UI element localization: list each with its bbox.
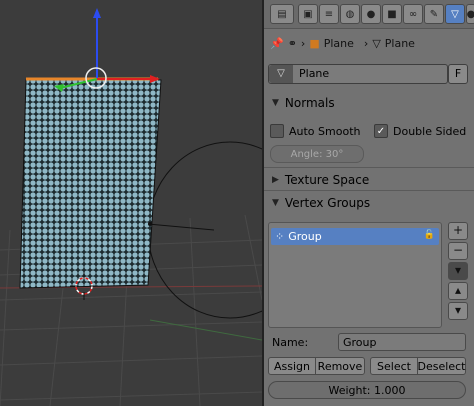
vertex-group-item[interactable]: ⁘ Group 🔓 <box>271 228 439 245</box>
viewport-canvas[interactable] <box>0 0 262 406</box>
auto-smooth-option[interactable]: Auto Smooth <box>270 122 360 140</box>
move-up-button[interactable]: ▴ <box>448 282 468 300</box>
pin-icon[interactable]: 📌 <box>270 37 284 50</box>
double-sided-checkbox[interactable]: ✓ <box>374 124 388 138</box>
auto-smooth-label: Auto Smooth <box>289 124 361 138</box>
scene-data-icon: ⚭ <box>287 36 297 50</box>
properties-tabs: ▤ ▣ ≡ ◍ ● ■ ∞ ✎ ▽ ● <box>264 0 474 29</box>
normals-panel-header[interactable]: ▼ Normals <box>264 92 474 114</box>
texture-space-panel-header[interactable]: ▶ Texture Space <box>264 169 474 191</box>
3d-viewport[interactable] <box>0 0 262 406</box>
plane-mesh[interactable] <box>19 79 162 289</box>
specials-menu-button[interactable]: ▾ <box>448 262 468 280</box>
vertex-group-icon: ⁘ <box>275 230 285 243</box>
group-name-input[interactable]: Group <box>338 333 466 351</box>
object-icon[interactable]: ■ <box>382 4 402 24</box>
deselect-button[interactable]: Deselect <box>417 357 466 375</box>
group-name-label: Name: <box>272 336 309 349</box>
mesh-datablock-field[interactable]: ▽ Plane <box>268 64 448 84</box>
material-icon[interactable]: ● <box>466 4 474 24</box>
assign-button[interactable]: Assign <box>268 357 316 375</box>
select-button[interactable]: Select <box>370 357 418 375</box>
breadcrumb-mesh: Plane <box>384 36 415 50</box>
world-icon[interactable]: ● <box>361 4 381 24</box>
mesh-icon: ▽ <box>372 36 381 50</box>
z-arrow-icon[interactable] <box>93 8 101 18</box>
lamp-circle <box>147 141 262 319</box>
vertex-groups-panel-header[interactable]: ▼ Vertex Groups <box>264 192 474 214</box>
triangle-right-icon: ▶ <box>272 175 279 185</box>
remove-group-button[interactable]: − <box>448 242 468 260</box>
render-layers-icon[interactable]: ≡ <box>319 4 339 24</box>
editor-type-icon[interactable]: ▤ <box>270 4 294 24</box>
add-group-button[interactable]: + <box>448 222 468 240</box>
render-icon[interactable]: ▣ <box>298 4 318 24</box>
breadcrumb-object: Plane <box>323 36 354 50</box>
normals-title: Normals <box>284 96 335 110</box>
modifiers-icon[interactable]: ✎ <box>424 4 444 24</box>
data-icon[interactable]: ▽ <box>445 4 465 24</box>
scene-icon[interactable]: ◍ <box>340 4 360 24</box>
cube-icon: ■ <box>309 36 320 50</box>
triangle-down-icon: ▼ <box>272 198 279 208</box>
lock-icon[interactable]: 🔓 <box>424 230 435 240</box>
datablock-name[interactable]: Plane <box>299 67 329 80</box>
weight-slider[interactable]: Weight: 1.000 <box>268 381 466 399</box>
lamp-dot <box>148 222 152 226</box>
lamp-direction-line <box>147 223 215 231</box>
vertex-group-name[interactable]: Group <box>288 230 322 243</box>
constraints-icon[interactable]: ∞ <box>403 4 423 24</box>
double-sided-label: Double Sided <box>393 124 467 138</box>
chevron-right-icon: › <box>363 36 369 50</box>
vertex-groups-title: Vertex Groups <box>284 196 371 210</box>
mesh-data-icon[interactable]: ▽ <box>269 65 293 83</box>
vertex-group-list[interactable]: ⁘ Group 🔓 <box>268 222 442 328</box>
double-sided-option[interactable]: ✓ Double Sided <box>374 122 466 140</box>
panel-divider <box>264 167 474 168</box>
triangle-down-icon: ▼ <box>272 98 279 108</box>
breadcrumb: 📌 ⚭ › ■ Plane › ▽ Plane <box>264 30 474 56</box>
auto-smooth-checkbox[interactable] <box>270 124 284 138</box>
remove-button[interactable]: Remove <box>315 357 365 375</box>
move-down-button[interactable]: ▾ <box>448 302 468 320</box>
chevron-right-icon: › <box>300 36 306 50</box>
texture-space-title: Texture Space <box>284 173 370 187</box>
properties-editor: ▤ ▣ ≡ ◍ ● ■ ∞ ✎ ▽ ● 📌 ⚭ › ■ Plane › ▽ Pl… <box>264 0 474 406</box>
panel-divider <box>264 190 474 191</box>
angle-field[interactable]: Angle: 30° <box>270 145 364 163</box>
datablock-row: ▽ Plane F <box>268 64 468 84</box>
fake-user-button[interactable]: F <box>448 64 468 84</box>
